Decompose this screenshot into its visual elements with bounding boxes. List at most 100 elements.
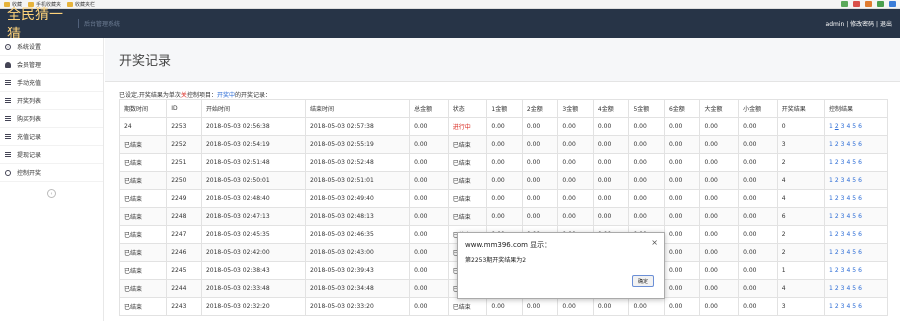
control-result-link[interactable]: 1 — [829, 231, 833, 238]
control-result-link[interactable]: 1 — [829, 303, 833, 310]
control-result-link[interactable]: 3 — [841, 285, 845, 292]
control-result-link[interactable]: 2 — [835, 195, 839, 202]
sidebar-item-members[interactable]: 会员管理 — [0, 56, 103, 74]
control-result-link[interactable]: 1 — [829, 141, 833, 148]
control-result-link[interactable]: 5 — [852, 285, 856, 292]
table-cell: 已结束 — [447, 207, 488, 226]
control-result-link[interactable]: 1 — [829, 249, 833, 256]
control-result-link[interactable]: 6 — [858, 303, 862, 310]
control-result-link[interactable]: 6 — [858, 249, 862, 256]
sidebar-item-settings[interactable]: 系统设置 — [0, 38, 103, 56]
control-result-link[interactable]: 2 — [835, 213, 839, 220]
control-result-cell: 123456 — [823, 297, 889, 316]
table-cell: 0.00 — [699, 189, 740, 208]
control-result-link[interactable]: 6 — [858, 213, 862, 220]
control-result-link[interactable]: 4 — [846, 141, 850, 148]
control-result-link[interactable]: 6 — [858, 285, 862, 292]
control-result-link[interactable]: 2 — [835, 177, 839, 184]
control-result-link[interactable]: 3 — [841, 123, 845, 130]
extension-icon[interactable] — [841, 1, 848, 7]
control-result-link[interactable]: 5 — [852, 231, 856, 238]
extension-icon[interactable] — [877, 1, 884, 7]
control-result-link[interactable]: 5 — [852, 123, 856, 130]
sidebar-item-withdraw-records[interactable]: 提现记录 — [0, 146, 103, 164]
control-result-link[interactable]: 3 — [841, 267, 845, 274]
control-result-link[interactable]: 1 — [829, 285, 833, 292]
sidebar-item-draw-list[interactable]: 开奖列表 — [0, 92, 103, 110]
sidebar-item-control-draw[interactable]: 控制开奖 — [0, 164, 103, 182]
control-result-link[interactable]: 5 — [852, 195, 856, 202]
control-result-link[interactable]: 5 — [852, 303, 856, 310]
table-cell: 2253 — [166, 117, 202, 136]
ok-button[interactable]: 确定 — [632, 275, 654, 287]
chevron-left-icon[interactable]: ‹ — [47, 189, 56, 198]
control-result-link[interactable]: 4 — [846, 195, 850, 202]
sidebar-item-recharge-records[interactable]: 充值记录 — [0, 128, 103, 146]
extension-icon[interactable] — [889, 1, 896, 7]
control-result-link[interactable]: 3 — [841, 303, 845, 310]
control-result-link[interactable]: 5 — [852, 141, 856, 148]
table-cell: 0.00 — [557, 297, 594, 316]
table-cell: 4 — [776, 171, 825, 190]
control-result-link[interactable]: 6 — [858, 123, 862, 130]
control-result-link[interactable]: 2 — [835, 123, 839, 130]
control-result-link[interactable]: 5 — [852, 249, 856, 256]
control-result-link[interactable]: 1 — [829, 159, 833, 166]
control-result-link[interactable]: 6 — [858, 159, 862, 166]
control-result-link[interactable]: 4 — [846, 249, 850, 256]
control-result-link[interactable]: 3 — [841, 231, 845, 238]
control-result-link[interactable]: 6 — [858, 231, 862, 238]
control-result-link[interactable]: 2 — [835, 231, 839, 238]
control-result-link[interactable]: 4 — [846, 123, 850, 130]
control-result-link[interactable]: 2 — [835, 285, 839, 292]
control-result-link[interactable]: 3 — [841, 177, 845, 184]
control-result-link[interactable]: 2 — [835, 303, 839, 310]
control-result-link[interactable]: 4 — [846, 267, 850, 274]
user-menu[interactable]: admin | 修改密码 | 退出 — [826, 19, 900, 28]
control-result-link[interactable]: 5 — [852, 213, 856, 220]
table-cell: 0.00 — [521, 207, 559, 226]
control-result-link[interactable]: 5 — [852, 177, 856, 184]
extension-icon[interactable] — [853, 1, 860, 7]
control-result-link[interactable]: 2 — [835, 267, 839, 274]
control-result-cell: 123456 — [823, 261, 889, 280]
control-result-link[interactable]: 3 — [841, 213, 845, 220]
control-result-link[interactable]: 5 — [852, 159, 856, 166]
control-result-link[interactable]: 1 — [829, 177, 833, 184]
sidebar-item-purchase-list[interactable]: 购买列表 — [0, 110, 103, 128]
control-result-link[interactable]: 4 — [846, 159, 850, 166]
table-row: 24 2253 2018-05-03 02:56:38 2018-05-03 02:5… — [118, 117, 889, 136]
control-result-link[interactable]: 2 — [835, 141, 839, 148]
control-result-link[interactable]: 4 — [846, 231, 850, 238]
control-result-link[interactable]: 1 — [829, 267, 833, 274]
close-icon[interactable]: × — [651, 238, 658, 247]
sidebar-item-manual-recharge[interactable]: 手动充值 — [0, 74, 103, 92]
table-cell: 已结束 — [447, 171, 488, 190]
control-result-link[interactable]: 4 — [846, 213, 850, 220]
control-result-link[interactable]: 3 — [841, 141, 845, 148]
control-result-link[interactable]: 5 — [852, 267, 856, 274]
table-cell: 0.00 — [663, 279, 701, 298]
app-header: 全民猜一猜 后台管理系统 admin | 修改密码 | 退出 — [0, 7, 900, 43]
table-cell: 0.00 — [699, 279, 740, 298]
control-result-link[interactable]: 4 — [846, 285, 850, 292]
control-result-link[interactable]: 1 — [829, 195, 833, 202]
table-cell: 1 — [776, 261, 825, 280]
control-result-link[interactable]: 6 — [858, 177, 862, 184]
control-result-link[interactable]: 1 — [829, 213, 833, 220]
control-result-link[interactable]: 4 — [846, 177, 850, 184]
control-result-link[interactable]: 6 — [858, 195, 862, 202]
control-result-link[interactable]: 6 — [858, 267, 862, 274]
sidebar-toggle[interactable]: ‹ — [0, 189, 103, 198]
control-result-link[interactable]: 2 — [835, 249, 839, 256]
control-result-link[interactable]: 3 — [841, 159, 845, 166]
table-header-row: 期数时间 ID 开始时间 结束时间 总金额 状态 1金额 2金额 3金额 4金额 5金额 6金额 大金额… — [118, 99, 889, 118]
control-result-link[interactable]: 4 — [846, 303, 850, 310]
control-result-link[interactable]: 1 — [829, 123, 833, 130]
control-result-link[interactable]: 6 — [858, 141, 862, 148]
control-result-link[interactable]: 3 — [841, 249, 845, 256]
control-result-link[interactable]: 3 — [841, 195, 845, 202]
table-cell: 0.00 — [521, 135, 559, 154]
control-result-link[interactable]: 2 — [835, 159, 839, 166]
extension-icon[interactable] — [865, 1, 872, 7]
